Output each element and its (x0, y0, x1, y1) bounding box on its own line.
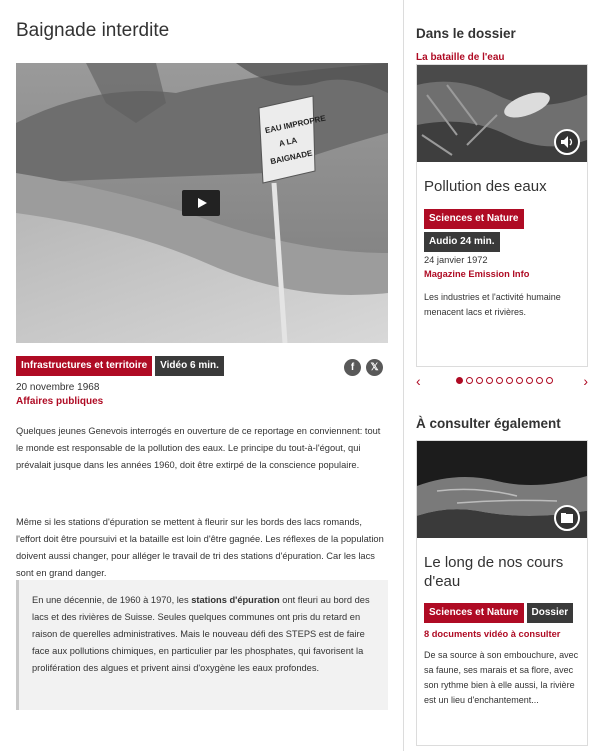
dossier-link[interactable]: La bataille de l'eau (416, 52, 505, 63)
carousel-dot[interactable] (456, 377, 463, 384)
tag-category[interactable]: Infrastructures et territoire (16, 356, 153, 376)
card-description: De sa source à son embouchure, avec sa f… (424, 650, 579, 705)
page: Baignade interdite EAU IMPROPRE A LA BAI… (0, 0, 593, 751)
article-program-link[interactable]: Affaires publiques (16, 396, 103, 407)
card-tags: Sciences et Nature Audio 24 min. (424, 209, 584, 252)
card-tag-duration: Audio 24 min. (424, 232, 500, 252)
card-program[interactable]: Magazine Emission Info (424, 269, 529, 279)
card-tag-type: Dossier (526, 603, 574, 623)
play-button[interactable] (182, 190, 220, 216)
article-date: 20 novembre 1968 (16, 382, 100, 393)
tag-duration: Vidéo 6 min. (155, 356, 224, 376)
video-player[interactable]: EAU IMPROPRE A LA BAIGNADE (16, 63, 388, 343)
share-buttons: f 𝕏 (344, 359, 383, 376)
carousel-dot[interactable] (476, 377, 483, 384)
carousel-dot[interactable] (546, 377, 553, 384)
column-divider (403, 0, 404, 751)
carousel-dot[interactable] (516, 377, 523, 384)
card-tags: Sciences et Nature Dossier (424, 603, 584, 623)
card-program[interactable]: 8 documents vidéo à consulter (424, 629, 560, 639)
x-twitter-icon[interactable]: 𝕏 (366, 359, 383, 376)
article-paragraph-1: Quelques jeunes Genevois interrogés en o… (16, 426, 381, 470)
card-title[interactable]: Le long de nos cours d'eau (424, 553, 584, 591)
highlight-text: En une décennie, de 1960 à 1970, les sta… (32, 595, 370, 673)
card-title[interactable]: Pollution des eaux (424, 177, 547, 196)
card-thumbnail (417, 65, 587, 162)
card-tag-category[interactable]: Sciences et Nature (424, 209, 524, 229)
highlight-bold: stations d'épuration (191, 595, 280, 605)
carousel-dots (456, 377, 553, 384)
chevron-right-icon[interactable]: › (583, 374, 588, 388)
speaker-icon (554, 129, 580, 155)
article-paragraph-2: Même si les stations d'épuration se mett… (16, 517, 384, 578)
card-tag-category[interactable]: Sciences et Nature (424, 603, 524, 623)
carousel-dot[interactable] (466, 377, 473, 384)
carousel-dot[interactable] (506, 377, 513, 384)
card-date: 24 janvier 1972 (424, 255, 488, 265)
dossier-card[interactable]: Pollution des eaux Sciences et Nature Au… (416, 64, 588, 367)
article-tags: Infrastructures et territoire Vidéo 6 mi… (16, 356, 224, 376)
carousel-dot[interactable] (526, 377, 533, 384)
folder-icon (554, 505, 580, 531)
chevron-left-icon[interactable]: ‹ (416, 374, 421, 388)
highlight-box: En une décennie, de 1960 à 1970, les sta… (16, 580, 388, 710)
dossier-heading: Dans le dossier (416, 26, 516, 41)
facebook-icon[interactable]: f (344, 359, 361, 376)
carousel-dot[interactable] (496, 377, 503, 384)
carousel-nav: ‹ › (416, 374, 588, 390)
carousel-dot[interactable] (486, 377, 493, 384)
also-heading: À consulter également (416, 416, 561, 431)
card-description: Les industries et l'activité humaine men… (424, 292, 561, 317)
carousel-dot[interactable] (536, 377, 543, 384)
page-title: Baignade interdite (16, 20, 170, 41)
related-card[interactable]: Le long de nos cours d'eau Sciences et N… (416, 440, 588, 746)
card-thumbnail (417, 441, 587, 538)
